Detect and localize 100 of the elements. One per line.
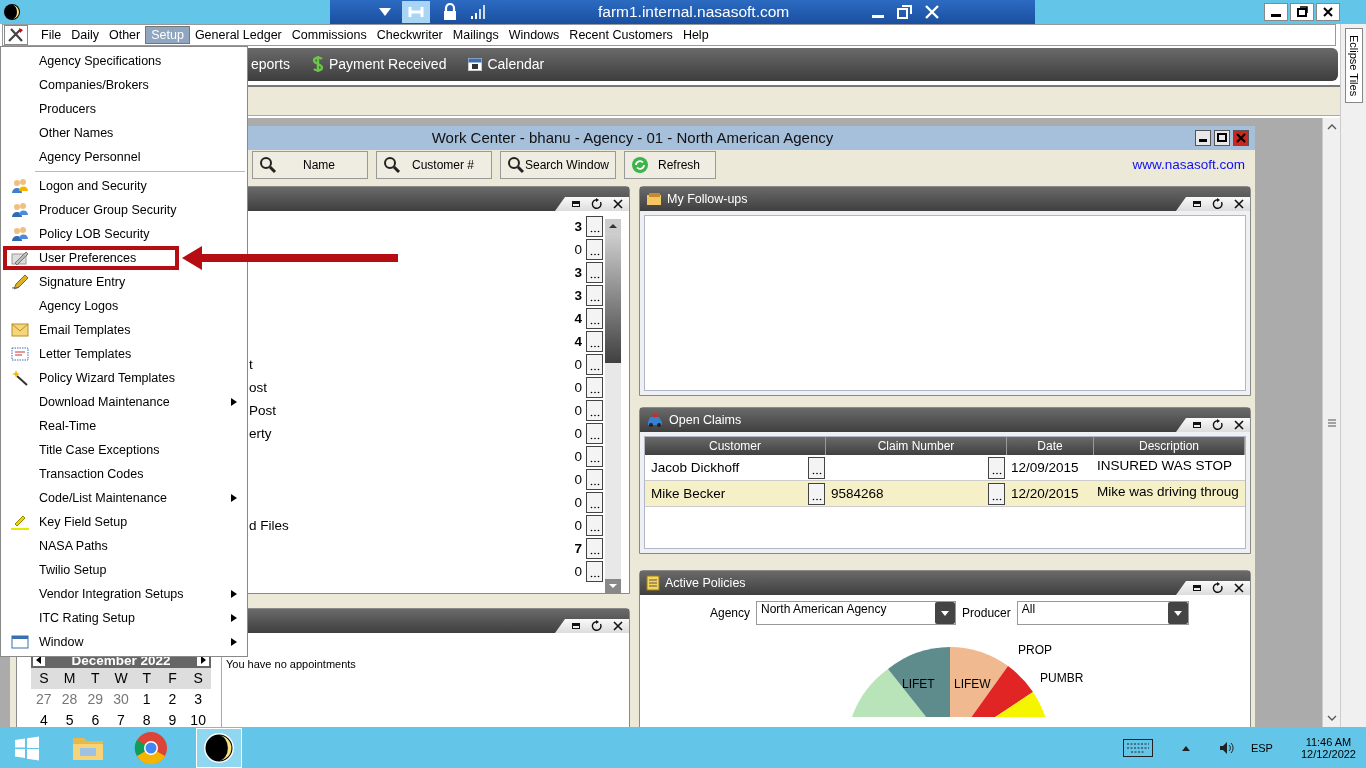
ellipsis-button[interactable] — [586, 377, 603, 398]
toolbar-button[interactable]: Calendar — [468, 56, 545, 73]
calendar-day[interactable]: 27 — [31, 689, 57, 710]
menu-item[interactable]: General Ledger — [189, 27, 287, 43]
search-button[interactable]: Search Window — [500, 150, 616, 179]
side-tab[interactable]: Eclipse Tiles — [1344, 28, 1363, 104]
maximize-button[interactable] — [1214, 129, 1230, 146]
refresh-icon[interactable] — [591, 620, 603, 632]
ellipsis-button[interactable] — [586, 262, 603, 283]
close-icon[interactable] — [1234, 199, 1244, 209]
calendar-day[interactable]: 4 — [31, 710, 57, 727]
menu-item[interactable]: Email Templates — [1, 318, 247, 342]
calendar-day[interactable]: 3 — [185, 689, 211, 710]
dropdown-icon[interactable] — [378, 7, 392, 17]
restore-icon[interactable] — [897, 5, 914, 19]
menu-item[interactable]: Agency Personnel — [1, 145, 247, 169]
minimize-icon[interactable] — [1192, 199, 1202, 209]
column-header[interactable]: Claim Number — [826, 437, 1007, 455]
ellipsis-button[interactable] — [586, 331, 603, 352]
search-button[interactable]: Name — [252, 150, 368, 179]
menu-item[interactable]: Other — [103, 27, 146, 43]
menu-item[interactable]: Real-Time — [1, 414, 247, 438]
browser-icon[interactable] — [134, 730, 168, 765]
scroll-up-icon[interactable] — [1325, 122, 1338, 132]
menu-item[interactable]: Agency Logos — [1, 294, 247, 318]
refresh-button[interactable]: Refresh — [624, 150, 716, 179]
menu-item[interactable]: Download Maintenance — [1, 390, 247, 414]
close-button[interactable] — [1316, 3, 1340, 21]
calendar-day[interactable]: 2 — [159, 689, 186, 710]
clock[interactable]: 11:46 AM 12/12/2022 — [1300, 735, 1356, 760]
ellipsis-button[interactable] — [586, 400, 603, 421]
menu-item[interactable]: Checkwriter — [371, 27, 448, 43]
calendar-day[interactable]: 7 — [108, 710, 134, 727]
minimize-icon[interactable] — [571, 621, 581, 631]
restore-button[interactable] — [1290, 3, 1314, 21]
close-icon[interactable] — [613, 199, 623, 209]
keyboard-icon[interactable] — [1122, 738, 1153, 757]
column-header[interactable]: Date — [1007, 437, 1094, 455]
menu-item[interactable]: Signature Entry — [1, 270, 247, 294]
ellipsis-button[interactable] — [586, 561, 603, 582]
column-header[interactable]: Description — [1094, 437, 1245, 455]
producer-dropdown[interactable]: All — [1016, 601, 1189, 625]
menu-item[interactable]: Windows — [503, 27, 565, 43]
toolbar-button[interactable]: Payment Received — [311, 55, 447, 74]
ellipsis-button[interactable] — [586, 538, 603, 559]
calendar-day[interactable]: 30 — [108, 689, 134, 710]
menu-item[interactable]: User Preferences — [1, 246, 181, 270]
menu-item[interactable]: Agency Specifications — [1, 49, 247, 73]
menu-item[interactable]: NASA Paths — [1, 534, 247, 558]
ellipsis-button[interactable] — [988, 482, 1005, 505]
menu-item[interactable]: Transaction Codes — [1, 462, 247, 486]
ellipsis-button[interactable] — [808, 482, 825, 505]
search-button[interactable]: Customer # — [376, 150, 492, 179]
scroll-down-icon[interactable] — [1325, 713, 1338, 723]
calendar-day[interactable]: 1 — [133, 689, 160, 710]
menu-item[interactable]: Producers — [1, 97, 247, 121]
menu-item[interactable]: Companies/Brokers — [1, 73, 247, 97]
taskbar-app-button[interactable] — [196, 727, 242, 768]
menu-item[interactable]: Producer Group Security — [1, 198, 247, 222]
minimize-icon[interactable] — [1192, 420, 1202, 430]
input-language[interactable]: ESP — [1250, 741, 1273, 754]
ellipsis-button[interactable] — [988, 456, 1005, 479]
menu-item[interactable]: Title Case Exceptions — [1, 438, 247, 462]
minimize-icon[interactable] — [571, 199, 581, 209]
ellipsis-button[interactable] — [586, 446, 603, 467]
minimize-button[interactable] — [1264, 3, 1288, 21]
ellipsis-button[interactable] — [586, 469, 603, 490]
menu-item[interactable]: Window — [1, 630, 247, 654]
menu-item[interactable]: Help — [677, 27, 714, 43]
calendar-day[interactable]: 6 — [82, 710, 109, 727]
close-icon[interactable] — [1234, 583, 1244, 593]
scroll-up-icon[interactable] — [605, 219, 621, 233]
close-icon[interactable] — [1234, 420, 1244, 430]
close-button[interactable] — [1233, 129, 1249, 146]
menu-item[interactable]: Letter Templates — [1, 342, 247, 366]
calendar-day[interactable]: 5 — [56, 710, 83, 727]
minimize-button[interactable] — [1195, 129, 1211, 146]
column-header[interactable]: Customer — [645, 437, 826, 455]
menu-item[interactable]: File — [36, 27, 67, 43]
ellipsis-button[interactable] — [586, 216, 603, 237]
ellipsis-button[interactable] — [808, 456, 825, 479]
dropdown-icon[interactable] — [935, 602, 956, 624]
menu-item[interactable]: Twilio Setup — [1, 558, 247, 582]
calendar-day[interactable]: 8 — [133, 710, 160, 727]
ellipsis-button[interactable] — [586, 515, 603, 536]
dropdown-icon[interactable] — [1167, 602, 1188, 624]
ellipsis-button[interactable] — [586, 285, 603, 306]
menu-item[interactable]: Daily — [66, 27, 104, 43]
calendar-day[interactable]: 9 — [159, 710, 186, 727]
close-icon[interactable] — [613, 621, 623, 631]
grip-icon[interactable] — [1326, 418, 1337, 427]
menu-item[interactable]: Commissions — [286, 27, 372, 43]
scrollbar[interactable] — [605, 219, 621, 593]
minimize-icon[interactable] — [1192, 583, 1202, 593]
calendar-day[interactable]: 29 — [82, 689, 109, 710]
menu-item[interactable]: Recent Customers — [564, 27, 678, 43]
ellipsis-button[interactable] — [586, 308, 603, 329]
scrollbar[interactable] — [1322, 118, 1340, 727]
ellipsis-button[interactable] — [586, 354, 603, 375]
menu-item[interactable]: Code/List Maintenance — [1, 486, 247, 510]
